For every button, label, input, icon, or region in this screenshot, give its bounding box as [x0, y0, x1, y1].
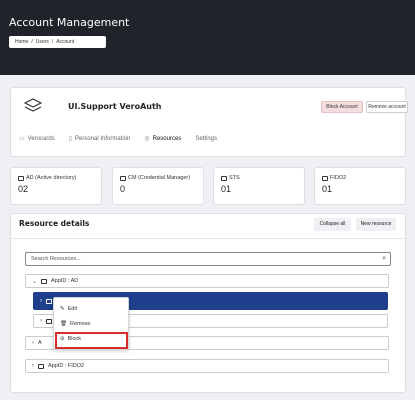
menu-item-remove[interactable]: 🗑 Remove: [60, 321, 90, 327]
section-title: Resource details: [19, 219, 90, 228]
profile-card: UI.Support VeroAuth Block Account Remove…: [10, 87, 408, 157]
folder-icon: [120, 175, 126, 181]
menu-label: Remove: [69, 321, 91, 327]
tab-verocards[interactable]: ▭ Verocards: [19, 135, 55, 143]
collapse-all-button[interactable]: Collapse all: [314, 218, 351, 231]
stat-card-fido2: FIDO2 01: [314, 167, 406, 205]
stat-value: 02: [18, 184, 29, 194]
account-name: UI.Support VeroAuth: [68, 102, 162, 111]
breadcrumb-users[interactable]: Users: [36, 39, 49, 45]
folder-icon: [46, 298, 52, 304]
page-title: Account Management: [9, 16, 130, 29]
search-box: ⌕: [25, 252, 391, 266]
chevron-right-icon[interactable]: ›: [40, 318, 42, 324]
block-account-button[interactable]: Block Account: [321, 101, 363, 113]
chevron-right-icon[interactable]: ›: [32, 340, 34, 346]
stat-label: AD (Active directory): [26, 175, 77, 181]
stat-label: STS: [229, 175, 240, 181]
search-input[interactable]: [26, 253, 356, 265]
folder-icon: [38, 363, 44, 369]
folder-icon: [18, 175, 24, 181]
folder-open-icon: [41, 278, 48, 284]
trash-icon: 🗑: [60, 321, 67, 327]
search-icon[interactable]: ⌕: [382, 255, 386, 263]
tab-resources[interactable]: ◎ Resources: [144, 135, 182, 143]
stat-value: 01: [322, 184, 333, 194]
tree-group-fido2[interactable]: › AppID : FIDO2: [25, 359, 389, 373]
menu-label: Edit: [67, 306, 78, 312]
stat-value: 01: [221, 184, 232, 194]
eye-icon: ◎: [144, 136, 150, 142]
folder-icon: [322, 175, 328, 181]
menu-item-edit[interactable]: ✎ Edit: [60, 306, 77, 312]
tree-label: A: [38, 340, 42, 346]
remove-account-button[interactable]: Remove account: [366, 101, 408, 113]
breadcrumb-separator: /: [31, 39, 33, 45]
tab-personal-information[interactable]: ▯ Personal Information: [68, 135, 131, 143]
stat-card-sts: STS 01: [213, 167, 305, 205]
tab-label: Settings: [195, 135, 217, 142]
folder-icon: [221, 175, 227, 181]
tab-label: Personal Information: [75, 135, 131, 142]
stat-label: FIDO2: [330, 175, 347, 181]
breadcrumb-separator: /: [51, 39, 54, 45]
tree-label: AppID : FIDO2: [48, 363, 85, 369]
divider: [11, 238, 405, 239]
stat-label: CM (Credential Manager): [128, 175, 191, 181]
folder-icon: [46, 318, 52, 324]
document-icon: ▯: [68, 136, 72, 142]
breadcrumb-account: Account: [56, 39, 75, 45]
profile-tabs: ▭ Verocards ▯ Personal Information ◎ Res…: [19, 135, 231, 143]
tab-label: Resources: [152, 135, 182, 142]
breadcrumb-home[interactable]: Home: [15, 39, 28, 45]
stat-value: 0: [120, 184, 126, 194]
top-header: Account Management Home / Users / Accoun…: [0, 0, 415, 75]
tab-label: Verocards: [27, 135, 55, 142]
tree-label: AppID : AD: [51, 278, 79, 284]
chevron-down-icon[interactable]: ⌄: [32, 278, 37, 285]
new-resource-button[interactable]: New resource: [356, 218, 396, 231]
breadcrumb: Home / Users / Account: [9, 36, 106, 48]
chevron-right-icon[interactable]: ›: [32, 363, 34, 369]
stack-layers-icon: [24, 98, 42, 112]
card-icon: ▭: [19, 136, 25, 142]
highlight-box: [55, 332, 128, 349]
pencil-icon: ✎: [60, 306, 65, 312]
tab-settings[interactable]: Settings: [195, 135, 217, 142]
tree-group-ad[interactable]: ⌄ AppID : AD: [25, 274, 389, 288]
stat-card-ad: AD (Active directory) 02: [10, 167, 102, 205]
chevron-right-icon[interactable]: ›: [40, 298, 42, 304]
stat-card-cm: CM (Credential Manager) 0: [112, 167, 204, 205]
